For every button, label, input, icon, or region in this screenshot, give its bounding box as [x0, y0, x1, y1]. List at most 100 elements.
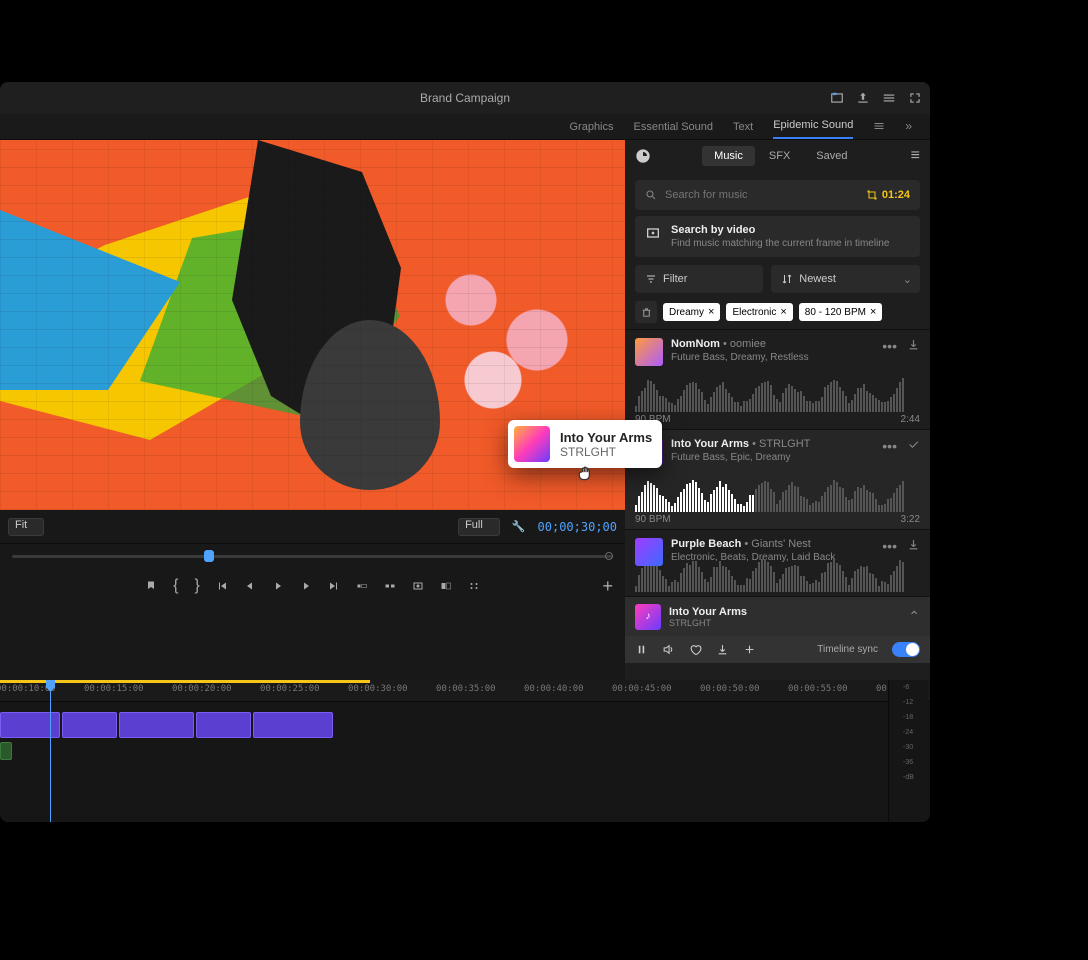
viewer-controls: Fit Full 🔧 00;00;30;00	[0, 510, 625, 544]
search-input[interactable]	[665, 189, 858, 201]
tab-text[interactable]: Text	[733, 121, 753, 139]
scrubber[interactable]	[0, 544, 625, 568]
epidemic-logo-icon	[635, 148, 651, 164]
transport-controls: { } +	[0, 568, 625, 604]
step-back-icon[interactable]	[244, 580, 256, 592]
search-by-video[interactable]: Search by video Find music matching the …	[635, 216, 920, 257]
close-icon[interactable]: ×	[870, 306, 876, 318]
track-artwork[interactable]	[635, 538, 663, 566]
waveform[interactable]	[635, 472, 920, 512]
sort-button[interactable]: Newest ⌄	[771, 265, 920, 293]
saved-tab[interactable]: Saved	[804, 146, 859, 166]
download-icon[interactable]	[907, 338, 920, 351]
marker-icon[interactable]	[145, 580, 157, 592]
audio-track[interactable]	[0, 742, 930, 762]
crop-duration[interactable]: 01:24	[866, 189, 910, 201]
waveform[interactable]	[635, 572, 920, 592]
clip[interactable]	[119, 712, 194, 738]
filter-chip[interactable]: Electronic×	[726, 303, 792, 321]
more-icon[interactable]: •••	[882, 438, 897, 454]
pause-icon[interactable]	[635, 643, 648, 656]
button-editor-icon[interactable]	[468, 580, 480, 592]
filter-chip[interactable]: 80 - 120 BPM×	[799, 303, 883, 321]
out-point-icon[interactable]: }	[195, 577, 200, 595]
epidemic-sound-panel: Music SFX Saved ≡ 01:24 Search by video	[625, 140, 930, 680]
tab-epidemic-sound[interactable]: Epidemic Sound	[773, 119, 853, 139]
filter-chip[interactable]: Dreamy×	[663, 303, 720, 321]
play-icon[interactable]	[272, 580, 284, 592]
go-to-out-icon[interactable]	[328, 580, 340, 592]
sfx-tab[interactable]: SFX	[757, 146, 802, 166]
track-row[interactable]: Purple Beach • Giants' Nest Electronic, …	[625, 529, 930, 596]
in-point-icon[interactable]: {	[173, 577, 178, 595]
timeline-ruler[interactable]: 00:00:10:0000:00:15:0000:00:20:0000:00:2…	[0, 680, 930, 702]
resolution-select[interactable]: Full	[458, 518, 500, 536]
fullscreen-icon[interactable]	[908, 91, 922, 105]
tab-essential-sound[interactable]: Essential Sound	[634, 121, 714, 139]
add-button-icon[interactable]: +	[602, 576, 613, 597]
filter-icon	[645, 273, 657, 285]
volume-icon[interactable]	[662, 643, 675, 656]
clip[interactable]	[196, 712, 251, 738]
panels-icon[interactable]	[882, 91, 896, 105]
timeline-panel: 00:00:10:0000:00:15:0000:00:20:0000:00:2…	[0, 680, 930, 822]
video-track[interactable]	[0, 710, 930, 740]
search-by-video-icon	[645, 225, 661, 241]
program-monitor: Fit Full 🔧 00;00;30;00 { }	[0, 140, 625, 680]
filter-chips: Dreamy× Electronic× 80 - 120 BPM×	[635, 301, 920, 323]
track-row[interactable]: Into Your Arms • STRLGHT Future Bass, Ep…	[625, 429, 930, 529]
now-playing-bar: Into Your Arms STRLGHT ⌃	[625, 596, 930, 636]
scrubber-playhead[interactable]	[204, 550, 214, 562]
titlebar: Brand Campaign	[0, 82, 930, 114]
waveform[interactable]	[635, 372, 920, 412]
close-icon[interactable]: ×	[708, 306, 714, 318]
download-icon[interactable]	[716, 643, 729, 656]
clip[interactable]	[0, 712, 60, 738]
filter-button[interactable]: Filter	[635, 265, 763, 293]
go-to-in-icon[interactable]	[216, 580, 228, 592]
expand-icon[interactable]: ⌃	[908, 608, 920, 625]
now-playing-artwork[interactable]	[635, 604, 661, 630]
close-icon[interactable]: ×	[780, 306, 786, 318]
timeline-sync-toggle[interactable]	[892, 642, 920, 657]
clear-filters-button[interactable]	[635, 301, 657, 323]
extract-icon[interactable]	[384, 580, 396, 592]
workspace-icon[interactable]	[830, 91, 844, 105]
clip[interactable]	[253, 712, 333, 738]
ruler-tick: 00:00:25:00	[260, 684, 320, 694]
comparison-icon[interactable]	[440, 580, 452, 592]
more-icon[interactable]: •••	[882, 338, 897, 354]
timecode-display[interactable]: 00;00;30;00	[538, 520, 617, 534]
zoom-select[interactable]: Fit	[8, 518, 44, 536]
search-bar[interactable]: 01:24	[635, 180, 920, 210]
download-icon[interactable]	[907, 538, 920, 551]
check-icon[interactable]	[907, 438, 920, 451]
track-artwork[interactable]	[635, 338, 663, 366]
meter-mark: -dB	[903, 774, 914, 781]
export-frame-icon[interactable]	[412, 580, 424, 592]
step-forward-icon[interactable]	[300, 580, 312, 592]
settings-icon[interactable]: 🔧	[512, 520, 526, 533]
clip[interactable]	[62, 712, 117, 738]
work-area-bar[interactable]	[0, 680, 370, 683]
tab-menu-icon[interactable]	[873, 120, 885, 132]
trash-icon	[641, 307, 652, 318]
meter-mark: -30	[903, 744, 914, 751]
heart-icon[interactable]	[689, 643, 702, 656]
tabs-overflow-icon[interactable]: »	[905, 119, 912, 139]
tab-graphics[interactable]: Graphics	[569, 121, 613, 139]
clip[interactable]	[0, 742, 12, 760]
music-tab[interactable]: Music	[702, 146, 755, 166]
panel-menu-icon[interactable]: ≡	[911, 147, 920, 165]
search-by-video-title: Search by video	[671, 224, 889, 236]
timeline-playhead[interactable]	[50, 680, 51, 822]
plus-icon[interactable]	[743, 643, 756, 656]
more-icon[interactable]: •••	[882, 538, 897, 554]
lift-icon[interactable]	[356, 580, 368, 592]
share-icon[interactable]	[856, 91, 870, 105]
meter-mark: -6	[903, 684, 914, 691]
track-row[interactable]: NomNom • oomiee Future Bass, Dreamy, Res…	[625, 329, 930, 429]
window-title: Brand Campaign	[420, 91, 510, 105]
audio-meter: -6-12-18-24-30-36-dB	[888, 680, 928, 822]
meter-mark: -12	[903, 699, 914, 706]
